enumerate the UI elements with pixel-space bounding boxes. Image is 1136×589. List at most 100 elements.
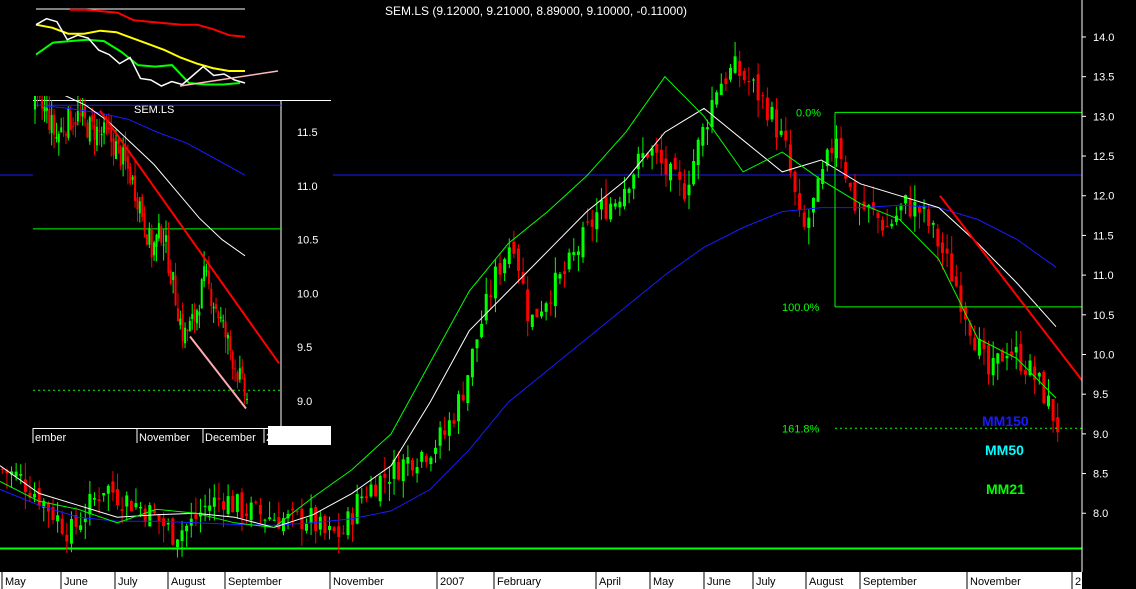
inset-candle-body (169, 270, 172, 284)
candle-body (125, 495, 129, 507)
candle-body (337, 526, 341, 538)
candle-body (977, 338, 981, 356)
inset-candle-body (67, 107, 70, 138)
y-axis-panel (1082, 0, 1136, 589)
y-tick-label: 11.5 (1093, 230, 1114, 242)
inset-x-tick-label: December (205, 432, 256, 444)
inset-candle-body (174, 275, 177, 306)
candle-body (79, 525, 83, 531)
candle-body (420, 451, 424, 462)
candle-body (88, 493, 92, 515)
candle-body (245, 513, 249, 517)
inset-candle-body (62, 130, 65, 133)
inset-candle-body (126, 156, 129, 169)
candle-body (908, 197, 912, 217)
candle-body (378, 475, 382, 502)
candle-body (844, 162, 848, 179)
inset-candle-body (95, 126, 98, 146)
inset-chart: SEM.LS 9.0 9.5 10.0 10.5 11.0 11.5 ember Novem… (32, 84, 331, 445)
inset-candle-body (79, 113, 82, 115)
candle-body (139, 506, 143, 509)
inset-candle-body (110, 127, 113, 142)
candle-body (134, 503, 138, 508)
candle-body (166, 523, 170, 525)
candle-body (779, 130, 783, 135)
candle-body (765, 97, 769, 121)
candle-body (1014, 346, 1018, 353)
fib-label: 0.0% (796, 107, 821, 119)
candle-body (263, 519, 267, 521)
candle-body (235, 494, 239, 512)
candle-body (19, 474, 23, 476)
inset-candle-body (234, 368, 237, 370)
candle-body (1005, 356, 1009, 359)
candle-body (581, 227, 585, 258)
candle-body (973, 337, 977, 351)
candle-body (328, 525, 332, 531)
inset-candle-body (176, 308, 179, 322)
candle-body (424, 456, 428, 463)
candle-body (360, 496, 364, 499)
inset-candle-body (41, 99, 44, 109)
candle-body (56, 515, 60, 522)
y-tick-label: 10.5 (1093, 310, 1114, 322)
candle-body (936, 228, 940, 247)
candle-body (466, 375, 470, 404)
y-tick-label: 12.5 (1093, 151, 1114, 163)
candle-body (185, 525, 189, 532)
inset-candle-body (64, 134, 67, 136)
inset-y-tick-label: 9.0 (297, 396, 312, 408)
inset-candle-body (160, 226, 163, 243)
candle-body (369, 484, 373, 497)
candle-body (217, 498, 221, 500)
candle-body (60, 518, 64, 534)
inset-y-tick-label: 11.5 (297, 127, 318, 139)
inset-candle-body (241, 366, 244, 374)
candle-body (535, 308, 539, 318)
candle-body (885, 225, 889, 227)
candle-body (0, 468, 4, 470)
candle-body (212, 497, 216, 507)
candle-body (1046, 395, 1050, 407)
x-tick-label: 2007 (440, 576, 464, 588)
inset-candle-body (157, 223, 160, 239)
inset-candle-body (215, 304, 218, 310)
inset-candle-body (50, 115, 53, 134)
candle-body (102, 492, 106, 496)
candle-body (742, 71, 746, 81)
inset-candle-body (143, 213, 146, 232)
candle-body (687, 184, 691, 196)
candle-body (784, 130, 788, 141)
candle-body (383, 473, 387, 478)
x-tick-label: November (333, 576, 384, 588)
candle-body (97, 499, 101, 501)
candle-body (627, 188, 631, 193)
candle-body (374, 484, 378, 497)
candle-body (917, 207, 921, 213)
x-tick-label: April (599, 576, 621, 588)
candle-body (931, 222, 935, 225)
inset-title: SEM.LS (134, 104, 174, 116)
inset-candle-body (57, 134, 60, 143)
inset-candle-body (117, 138, 120, 144)
candle-body (853, 181, 857, 211)
inset-candle-body (131, 176, 134, 180)
inset-candle-body (141, 196, 144, 218)
inset-y-tick-label: 9.5 (297, 342, 312, 354)
candle-body (148, 505, 152, 527)
inset-candle-body (74, 121, 77, 126)
candle-body (996, 353, 1000, 364)
candle-body (268, 517, 272, 520)
candle-body (222, 501, 226, 510)
candle-body (770, 106, 774, 120)
inset-y-tick-label: 10.0 (297, 288, 318, 300)
inset-candle-body (231, 352, 234, 369)
candle-body (323, 516, 327, 534)
candle-body (111, 481, 115, 493)
candle-body (940, 242, 944, 254)
inset-candle-body (112, 138, 115, 156)
inset-candle-body (69, 111, 72, 130)
inset-candle-body (191, 314, 194, 319)
candle-body (991, 357, 995, 376)
inset-y-tick-label: 10.5 (297, 235, 318, 247)
